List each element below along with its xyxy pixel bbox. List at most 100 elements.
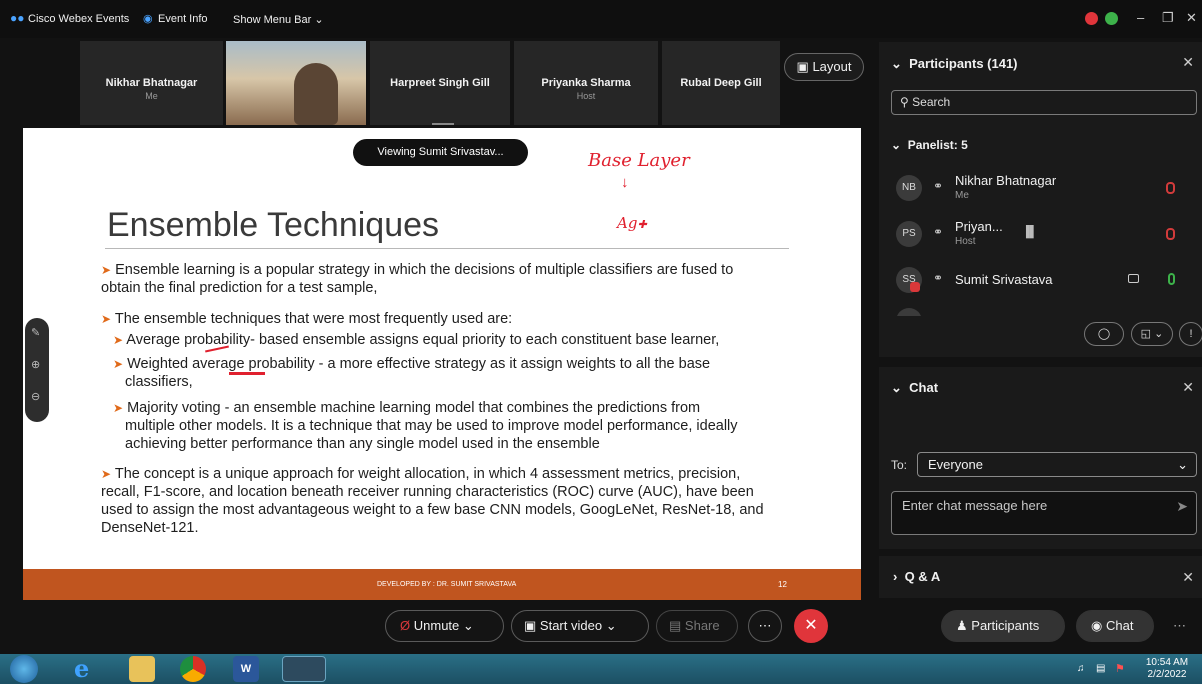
minimize-icon[interactable]: – [1137, 10, 1144, 25]
zoom-in-icon[interactable]: ⊕ [31, 358, 40, 371]
unmute-button[interactable]: Ø Unmute ⌄ [385, 610, 504, 642]
chat-button[interactable]: ◉ Chat [1076, 610, 1154, 642]
windows-start-icon[interactable] [10, 655, 38, 683]
annotation-base-layer: Base Layer [588, 150, 690, 171]
bullet-text: classifiers, [125, 374, 193, 390]
leave-button[interactable]: ✕ [794, 609, 828, 643]
video-camera-icon [1128, 274, 1139, 283]
layout-button[interactable]: ▣ Layout [784, 53, 864, 81]
presenter-badge-icon [910, 282, 920, 292]
close-icon[interactable]: ✕ [1182, 379, 1194, 396]
participant-row[interactable]: SS ⚭ Sumit Srivastava [879, 262, 1202, 306]
strip-resize-handle[interactable] [432, 123, 454, 125]
share-button[interactable]: ▤ Share [656, 610, 738, 642]
file-explorer-icon[interactable] [129, 656, 155, 682]
bullet-text: recall, F1-score, and location beneath r… [101, 484, 754, 500]
chevron-down-icon: ⌄ [462, 618, 474, 633]
network-icon[interactable]: ▤ [1096, 663, 1105, 674]
slide-page-number: 12 [778, 580, 787, 589]
sub-bullet-line: ➤ Majority voting - an ensemble machine … [113, 399, 700, 417]
chat-message-input[interactable]: Enter chat message here ➤ [891, 491, 1197, 535]
event-info-menu[interactable]: Event Info [158, 13, 208, 25]
overflow-icon[interactable]: ⋯ [1173, 618, 1186, 634]
bullet-text: used to assign the most advantageous wei… [101, 502, 764, 518]
headset-icon: ⚭ [933, 179, 944, 193]
close-icon[interactable]: ✕ [1182, 569, 1194, 586]
avatar: NB [896, 175, 922, 201]
system-clock[interactable]: 10:54 AM 2/2/2022 [1137, 657, 1197, 681]
video-tile-nikhar[interactable]: Nikhar Bhatnagar Me [80, 41, 223, 125]
search-input[interactable]: ⚲ Search [891, 90, 1197, 115]
bullet-text: DenseNet-121. [101, 520, 199, 536]
webex-taskbar-icon[interactable] [282, 656, 326, 682]
chat-label: Chat [1105, 618, 1134, 633]
to-label: To: [891, 458, 908, 472]
qa-panel: › Q & A ✕ [879, 556, 1202, 598]
close-window-icon[interactable]: ✕ [1186, 10, 1197, 26]
tile-name: Nikhar Bhatnagar [105, 77, 198, 89]
bullet-line: DenseNet-121. [101, 519, 199, 537]
bullet-arrow-icon: ➤ [113, 401, 124, 415]
start-video-label: Start video [539, 618, 603, 633]
bullet-text: Ensemble learning is a popular strategy … [115, 262, 734, 278]
chat-panel: ⌄ Chat ✕ To: Everyone ⌄ Enter chat messa… [879, 367, 1202, 549]
panelist-header[interactable]: ⌄ Panelist: 5 [891, 138, 968, 152]
tile-sub: Host [576, 91, 596, 101]
more-button[interactable]: ⋯ [748, 610, 782, 642]
zoom-out-icon[interactable]: ⊖ [31, 390, 40, 403]
qa-header[interactable]: › Q & A [893, 569, 940, 584]
chrome-icon[interactable] [180, 656, 206, 682]
participant-name: Sumit Srivastava [955, 272, 1053, 287]
mic-muted-icon[interactable] [1166, 182, 1175, 194]
qa-title: Q & A [904, 569, 941, 584]
webex-logo-icon: ●● [10, 11, 25, 25]
tile-name: Harpreet Singh Gill [390, 77, 490, 89]
sub-bullet-line: ➤ Average probability- based ensemble as… [113, 331, 719, 349]
participant-row[interactable]: PS ⚭ Priyan... Host ▐▌ [879, 216, 1202, 260]
restore-icon[interactable]: ❐ [1162, 10, 1174, 26]
internet-explorer-icon[interactable]: e [74, 656, 98, 682]
annotation-arrow-down: ↓ [621, 174, 629, 191]
recipient-select[interactable]: Everyone ⌄ [917, 452, 1197, 477]
slide-divider [105, 248, 789, 249]
bullet-text: Majority voting - an ensemble machine le… [127, 400, 701, 416]
slide-title: Ensemble Techniques [107, 206, 440, 244]
participant-row[interactable]: NB ⚭ Nikhar Bhatnagar Me [879, 170, 1202, 214]
chat-header[interactable]: ⌄ Chat [891, 380, 938, 396]
video-tile-priyanka[interactable]: Priyanka Sharma Host [514, 41, 658, 125]
chevron-down-icon: ⌄ [1177, 457, 1188, 472]
app-title: Cisco Webex Events [28, 13, 130, 25]
layout-icon: ▣ [796, 59, 809, 74]
video-tile-harpreet[interactable]: Harpreet Singh Gill [370, 41, 510, 125]
recording-indicator-icon [1085, 12, 1098, 25]
start-video-button[interactable]: ▣ Start video ⌄ [511, 610, 649, 642]
bullet-line: ➤ The ensemble techniques that were most… [101, 310, 512, 328]
clock-date: 2/2/2022 [1147, 669, 1187, 680]
video-tile-camera[interactable] [226, 41, 366, 125]
slide-footer: DEVELOPED BY : DR. SUMIT SRIVASTAVA 12 [23, 569, 861, 600]
mic-muted-icon[interactable] [1166, 228, 1175, 240]
participant-name: Nikhar Bhatnagar [955, 173, 1057, 188]
annotate-pen-icon[interactable]: ✎ [31, 326, 40, 339]
audio-level-icon: ▐▌ [1022, 226, 1038, 238]
reactions-button[interactable]: ◱ ⌄ [1131, 322, 1173, 346]
show-menu-bar-button[interactable]: Show Menu Bar ⌄ [233, 13, 324, 26]
participants-button[interactable]: ♟ Participants [941, 610, 1065, 642]
bullet-arrow-icon: ➤ [101, 263, 112, 277]
chevron-down-icon: ⌄ [314, 14, 324, 26]
volume-icon[interactable]: ♫ [1077, 663, 1085, 674]
close-icon[interactable]: ✕ [1182, 54, 1194, 71]
mute-all-button[interactable]: ◯ [1084, 322, 1124, 346]
send-icon[interactable]: ➤ [1176, 498, 1188, 515]
participants-label: Participants [971, 618, 1040, 633]
more-options-icon[interactable]: ! [1179, 322, 1202, 346]
bullet-line: recall, F1-score, and location beneath r… [101, 483, 754, 501]
word-icon[interactable]: W [233, 656, 259, 682]
share-label: Share [684, 618, 720, 633]
action-center-flag-icon[interactable]: ⚑ [1115, 662, 1125, 675]
annotation-pen-cursor-icon: ✚ [637, 218, 647, 231]
participants-header[interactable]: ⌄ Participants (141) [891, 56, 1018, 72]
video-tile-rubal[interactable]: Rubal Deep Gill [662, 41, 780, 125]
more-icon: ⋯ [758, 618, 772, 633]
mic-active-icon[interactable] [1168, 273, 1175, 285]
